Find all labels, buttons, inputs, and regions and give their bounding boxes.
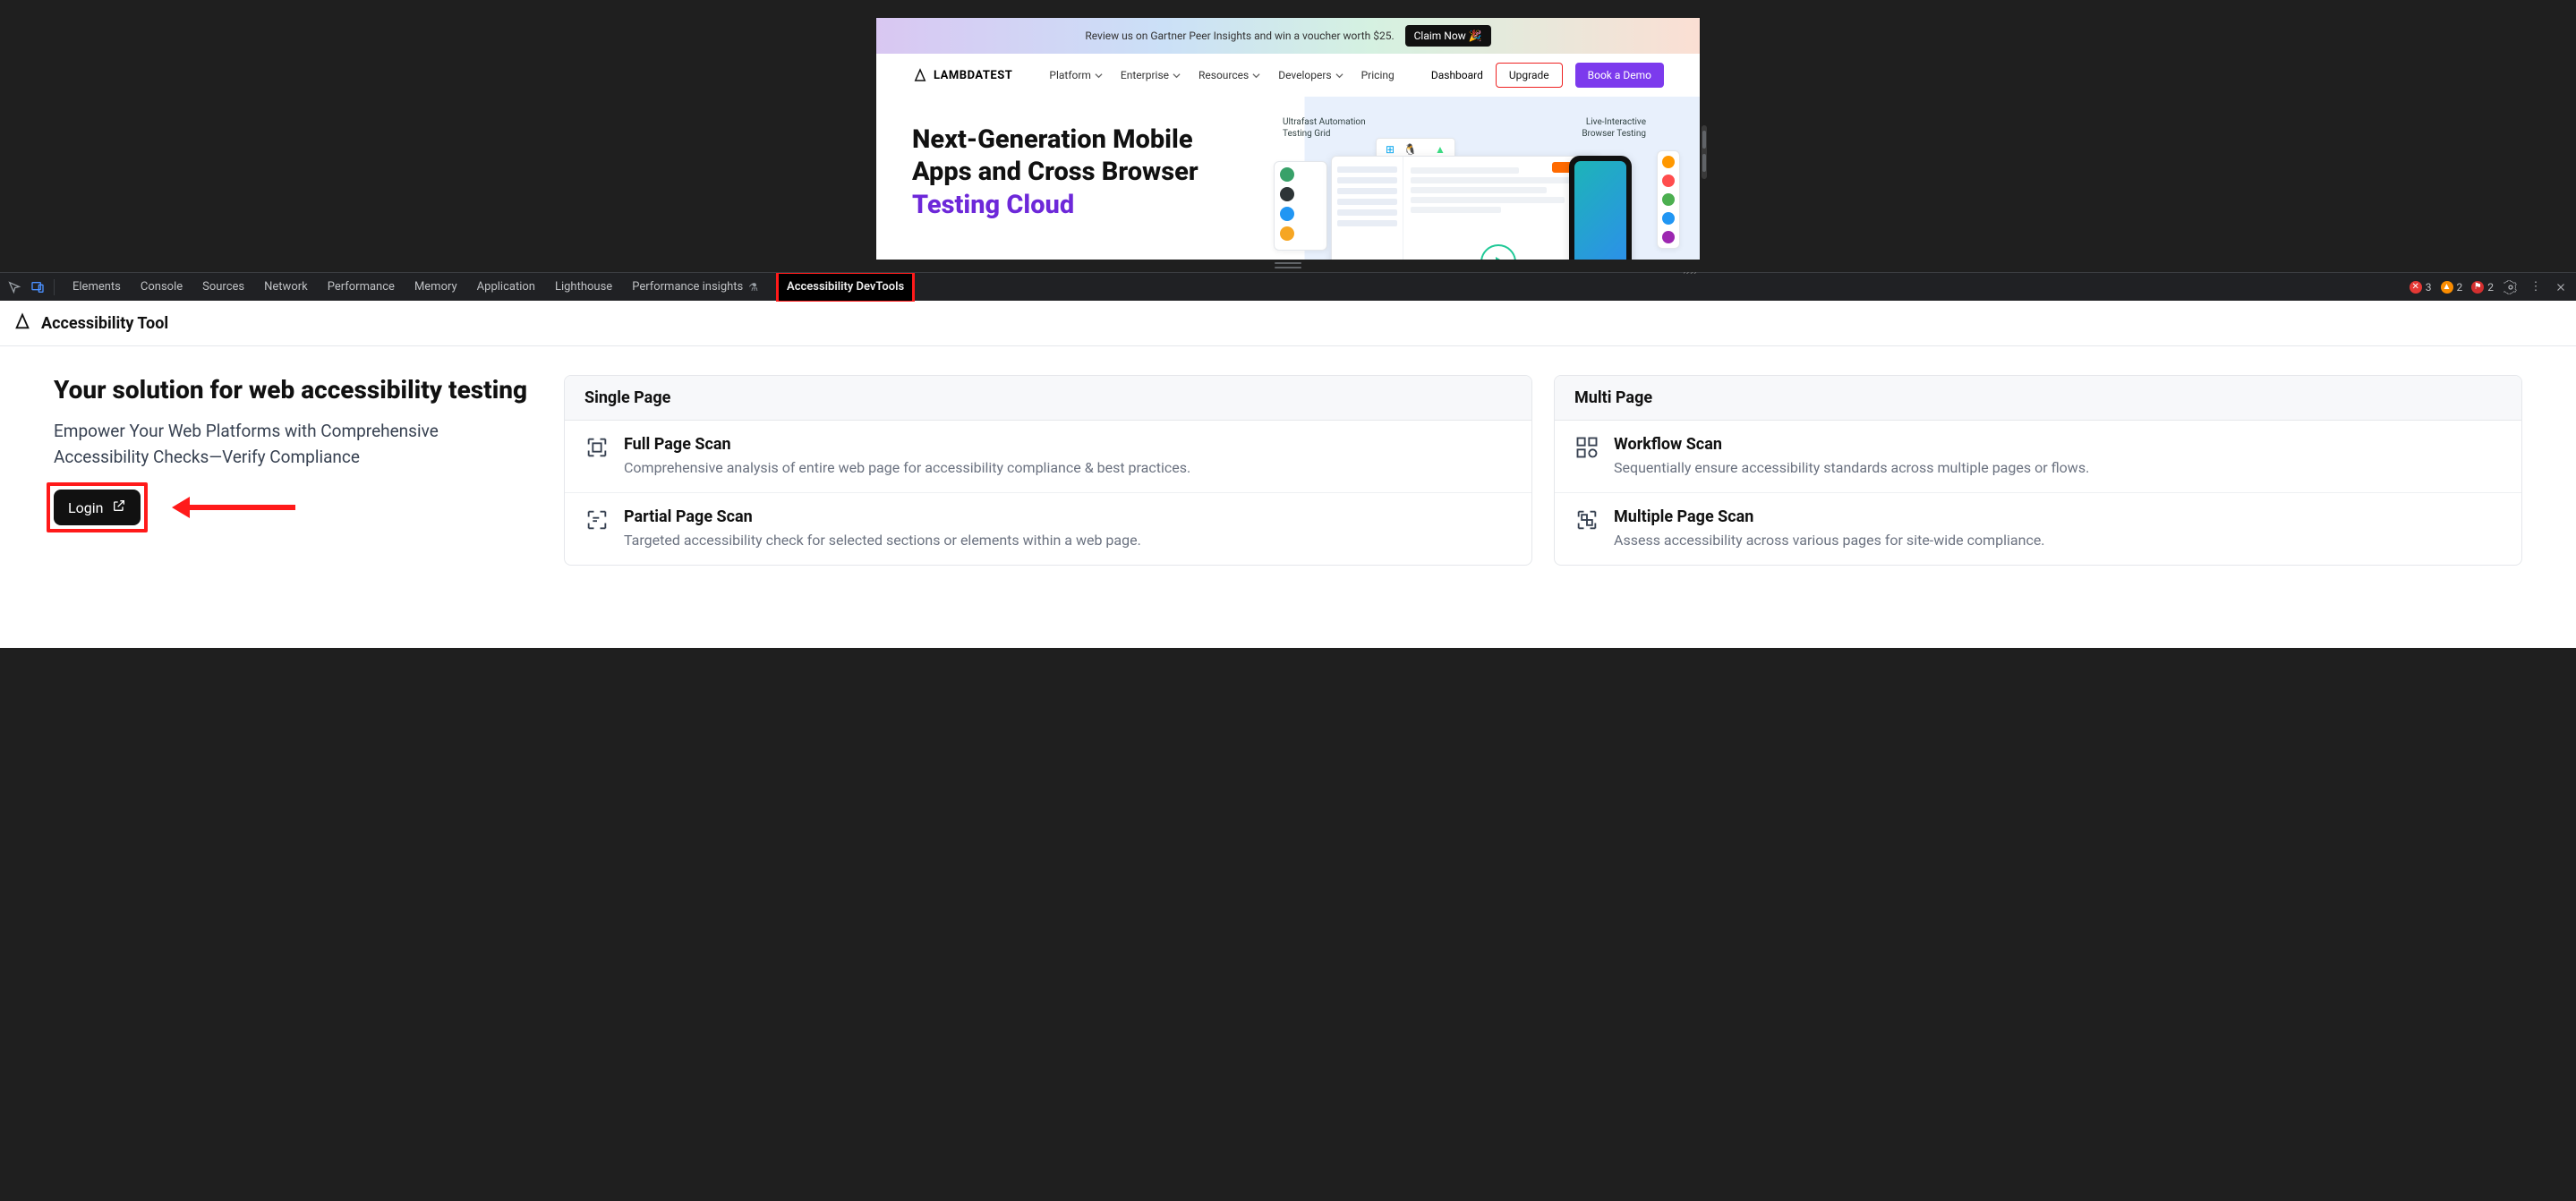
nav-developers[interactable]: Developers bbox=[1278, 69, 1343, 81]
kebab-menu-icon[interactable]: ⋮ bbox=[2528, 279, 2544, 295]
android-icon: ▲ bbox=[1435, 143, 1446, 156]
option-title: Workflow Scan bbox=[1614, 435, 2089, 454]
option-workflow-scan[interactable]: Workflow Scan Sequentially ensure access… bbox=[1555, 421, 2521, 492]
intro-sub: Empower Your Web Platforms with Comprehe… bbox=[54, 419, 537, 470]
promo-bar: Review us on Gartner Peer Insights and w… bbox=[876, 18, 1700, 54]
play-icon bbox=[1480, 244, 1516, 260]
lambda-icon bbox=[912, 67, 928, 83]
main-nav: Platform Enterprise Resources Developers… bbox=[1049, 69, 1394, 81]
option-desc: Sequentially ensure accessibility standa… bbox=[1614, 457, 2089, 478]
linux-icon: 🐧 bbox=[1403, 143, 1417, 156]
lambda-icon bbox=[13, 311, 32, 335]
hero-callout-left: Ultrafast Automation Testing Grid bbox=[1283, 116, 1366, 140]
mock-sidebar bbox=[1332, 157, 1403, 260]
option-full-page-scan[interactable]: Full Page Scan Comprehensive analysis of… bbox=[565, 421, 1531, 492]
panel-header: Accessibility Tool bbox=[0, 301, 2576, 346]
warning-badge[interactable]: ▲2 bbox=[2441, 281, 2463, 294]
mini-icon-board bbox=[1274, 161, 1327, 251]
tab-accessibility-devtools[interactable]: Accessibility DevTools bbox=[778, 273, 913, 302]
panel-title: Accessibility Tool bbox=[41, 314, 168, 333]
dot-icon bbox=[1280, 226, 1294, 241]
intro-heading: Your solution for web accessibility test… bbox=[54, 375, 537, 405]
device-toolbar-icon[interactable] bbox=[30, 280, 45, 294]
card-title: Single Page bbox=[565, 376, 1531, 421]
dot-icon bbox=[1280, 167, 1294, 182]
nav-resources[interactable]: Resources bbox=[1198, 69, 1260, 81]
scan-options: Single Page Full Page Scan Comprehensive… bbox=[564, 375, 2522, 566]
promo-text: Review us on Gartner Peer Insights and w… bbox=[1085, 30, 1394, 42]
chevron-down-icon bbox=[1173, 72, 1181, 80]
tab-elements[interactable]: Elements bbox=[73, 280, 121, 294]
card-title: Multi Page bbox=[1555, 376, 2521, 421]
multiple-scan-icon bbox=[1574, 507, 1599, 532]
tab-network[interactable]: Network bbox=[264, 280, 308, 294]
annotation-arrow-icon bbox=[188, 505, 295, 510]
accessibility-panel: Accessibility Tool Your solution for web… bbox=[0, 301, 2576, 648]
devtools-tabbar: Elements Console Sources Network Perform… bbox=[0, 272, 2576, 301]
hero-section: Next-Generation Mobile Apps and Cross Br… bbox=[876, 97, 1700, 260]
info-badge[interactable]: ⚑2 bbox=[2471, 281, 2494, 294]
option-partial-page-scan[interactable]: Partial Page Scan Targeted accessibility… bbox=[565, 492, 1531, 565]
chevron-down-icon bbox=[1335, 72, 1343, 80]
nav-enterprise[interactable]: Enterprise bbox=[1121, 69, 1181, 81]
hero-heading: Next-Generation Mobile Apps and Cross Br… bbox=[912, 124, 1250, 221]
site-header: LAMBDATEST Platform Enterprise Resources… bbox=[876, 54, 1700, 97]
tab-console[interactable]: Console bbox=[141, 280, 183, 294]
viewport-drag-handle[interactable] bbox=[0, 260, 2576, 272]
upgrade-button[interactable]: Upgrade bbox=[1496, 63, 1563, 88]
intro-section: Your solution for web accessibility test… bbox=[54, 375, 537, 566]
option-multiple-page-scan[interactable]: Multiple Page Scan Assess accessibility … bbox=[1555, 492, 2521, 565]
site-actions: Dashboard Upgrade Book a Demo bbox=[1431, 63, 1664, 88]
option-desc: Targeted accessibility check for selecte… bbox=[624, 530, 1141, 550]
windows-icon: ⊞ bbox=[1386, 143, 1395, 156]
error-badge[interactable]: ✕3 bbox=[2410, 281, 2432, 294]
tab-lighthouse[interactable]: Lighthouse bbox=[555, 280, 612, 294]
chevron-down-icon bbox=[1252, 72, 1260, 80]
divider bbox=[54, 279, 55, 295]
full-scan-icon bbox=[584, 435, 610, 460]
external-link-icon bbox=[112, 498, 126, 516]
gear-icon[interactable] bbox=[2503, 279, 2519, 295]
nav-pricing[interactable]: Pricing bbox=[1361, 69, 1395, 81]
card-multi-page: Multi Page Workflow Scan Sequentially en… bbox=[1554, 375, 2522, 566]
workflow-scan-icon bbox=[1574, 435, 1599, 460]
browser-icon bbox=[1662, 231, 1675, 243]
page-preview: Review us on Gartner Peer Insights and w… bbox=[876, 18, 1700, 260]
tab-application[interactable]: Application bbox=[477, 280, 535, 294]
dashboard-link[interactable]: Dashboard bbox=[1431, 69, 1483, 81]
option-title: Full Page Scan bbox=[624, 435, 1190, 454]
mock-phone bbox=[1569, 156, 1632, 260]
card-single-page: Single Page Full Page Scan Comprehensive… bbox=[564, 375, 1532, 566]
viewport-side-handle[interactable] bbox=[1702, 125, 1707, 179]
tab-performance-insights[interactable]: Performance insights bbox=[632, 280, 758, 294]
option-title: Multiple Page Scan bbox=[1614, 507, 2045, 526]
option-desc: Comprehensive analysis of entire web pag… bbox=[624, 457, 1190, 478]
browser-icon bbox=[1662, 175, 1675, 187]
browser-icon bbox=[1662, 156, 1675, 168]
brand-text: LAMBDATEST bbox=[934, 69, 1012, 82]
browser-icon-column bbox=[1657, 150, 1680, 249]
partial-scan-icon bbox=[584, 507, 610, 532]
tab-performance[interactable]: Performance bbox=[328, 280, 395, 294]
hero-callout-right: Live-Interactive Browser Testing bbox=[1582, 116, 1646, 140]
close-icon[interactable] bbox=[2553, 279, 2569, 295]
option-desc: Assess accessibility across various page… bbox=[1614, 530, 2045, 550]
brand-logo[interactable]: LAMBDATEST bbox=[912, 67, 1012, 83]
tab-sources[interactable]: Sources bbox=[202, 280, 244, 294]
tab-memory[interactable]: Memory bbox=[414, 280, 457, 294]
browser-icon bbox=[1662, 193, 1675, 206]
inspect-element-icon[interactable] bbox=[7, 280, 21, 294]
option-title: Partial Page Scan bbox=[624, 507, 1141, 526]
login-button[interactable]: Login bbox=[54, 490, 141, 525]
browser-icon bbox=[1662, 212, 1675, 225]
dot-icon bbox=[1280, 207, 1294, 221]
claim-now-button[interactable]: Claim Now 🎉 bbox=[1405, 25, 1491, 47]
hero-illustration: Ultrafast Automation Testing Grid Live-I… bbox=[1286, 124, 1664, 260]
mock-app-window bbox=[1331, 156, 1599, 260]
chevron-down-icon bbox=[1095, 72, 1103, 80]
nav-platform[interactable]: Platform bbox=[1049, 69, 1103, 81]
dot-icon bbox=[1280, 187, 1294, 201]
book-demo-button[interactable]: Book a Demo bbox=[1575, 63, 1664, 88]
